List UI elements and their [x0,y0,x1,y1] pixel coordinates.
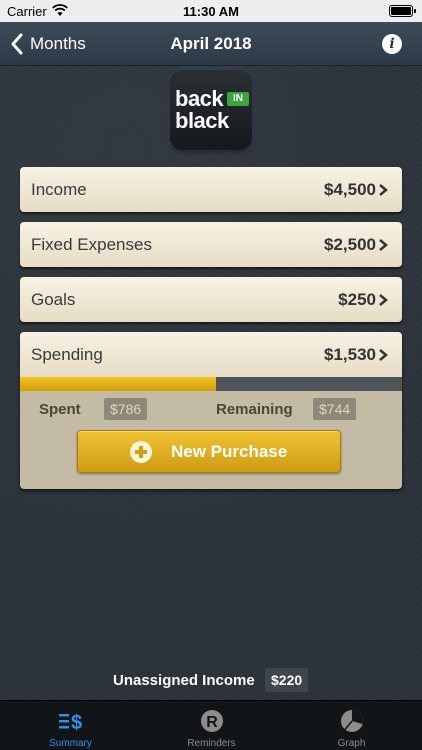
graph-icon [341,710,363,732]
spent-label: Spent [39,401,81,418]
unassigned-income: Unassigned Income $220 [0,668,422,694]
spent-remaining-row: Spent $786 Remaining $744 [20,397,402,421]
income-value-group: $4,500 [324,180,388,200]
goals-value: $250 [338,289,376,309]
spending-progress-fill [20,377,217,391]
income-row[interactable]: Income $4,500 [20,167,402,212]
goals-label: Goals [31,289,76,309]
spending-value: $1,530 [324,344,376,364]
fixed-expenses-value: $2,500 [324,234,376,254]
tab-reminders-label: Reminders [187,738,236,749]
spending-value-group: $1,530 [324,345,388,365]
spending-panel: Spending $1,530 Spent $786 Remaining $74… [20,332,402,489]
income-label: Income [31,179,87,199]
logo-text-black: black [175,108,229,133]
tab-bar: $ Summary R Reminders Graph [0,700,422,750]
spending-label: Spending [31,344,103,364]
info-icon[interactable]: i [382,34,402,54]
goals-row[interactable]: Goals $250 [20,277,402,322]
new-purchase-label: New Purchase [171,442,288,461]
unassigned-income-label: Unassigned Income [113,672,255,689]
chevron-right-icon [379,348,388,361]
reminders-icon: R [201,710,223,732]
tab-graph[interactable]: Graph [281,701,422,750]
goals-value-group: $250 [338,290,388,310]
spending-progress-bar [20,377,402,391]
fixed-expenses-value-group: $2,500 [324,235,388,255]
plus-circle-icon [130,441,152,463]
tab-summary-label: Summary [49,738,92,749]
navigation-bar: Months April 2018 i [0,22,422,66]
unassigned-income-value: $220 [265,668,309,692]
page-title: April 2018 [170,34,252,53]
svg-text:R: R [206,714,218,731]
battery-icon [389,5,416,17]
chevron-right-icon [379,238,388,251]
new-purchase-button[interactable]: New Purchase [77,430,341,473]
chevron-right-icon [379,183,388,196]
status-bar: Carrier 11:30 AM [0,0,422,22]
logo-badge-in: IN [227,92,249,106]
summary-icon: $ [59,712,82,734]
chevron-right-icon [379,293,388,306]
spent-value: $786 [104,398,148,420]
income-value: $4,500 [324,179,376,199]
status-time: 11:30 AM [183,4,239,19]
app-logo: back IN black [170,70,252,150]
remaining-value: $744 [313,398,357,420]
tab-reminders[interactable]: R Reminders [141,701,282,750]
svg-text:$: $ [71,712,82,734]
spending-row[interactable]: Spending $1,530 [20,332,402,377]
tab-graph-label: Graph [337,738,366,749]
remaining-label: Remaining [216,401,293,418]
tab-summary[interactable]: $ Summary [0,701,141,750]
fixed-expenses-row[interactable]: Fixed Expenses $2,500 [20,222,402,267]
fixed-expenses-label: Fixed Expenses [31,234,152,254]
